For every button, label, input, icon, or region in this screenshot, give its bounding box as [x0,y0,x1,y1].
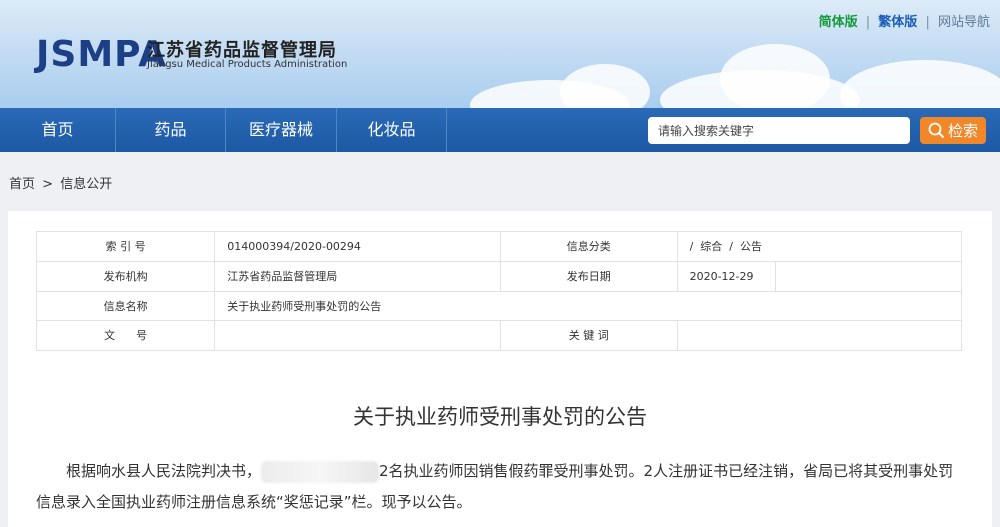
nav-item-devices[interactable]: 医疗器械 [226,108,337,152]
site-header: JSMPA 江苏省药品监督管理局 Jiangsu Medical Product… [0,0,1000,108]
keyword-label: 关 键 词 [499,320,678,351]
traditional-link[interactable]: 繁体版 [878,15,917,30]
name-label: 信息名称 [35,290,216,321]
search-input[interactable] [648,117,910,144]
nav-item-cosmetics[interactable]: 化妆品 [337,108,447,152]
content-panel: 索 引 号 014000394/2020-00294 信息分类 / 综合 / 公… [8,211,992,527]
index-value: 014000394/2020-00294 [214,231,501,262]
breadcrumb-current[interactable]: 信息公开 [60,177,112,192]
category-label: 信息分类 [499,231,678,262]
info-table: 索 引 号 014000394/2020-00294 信息分类 / 综合 / 公… [35,231,963,351]
table-row: 发布机构 江苏省药品监督管理局 发布日期 2020-12-29 [35,260,963,292]
publisher-label: 发布机构 [35,260,216,292]
publisher-value: 江苏省药品监督管理局 [214,260,501,292]
nav-item-drugs[interactable]: 药品 [116,108,226,152]
table-row: 文 号 关 键 词 [35,320,963,351]
org-name-en: Jiangsu Medical Products Administration [147,59,348,70]
header-cloud [720,44,830,108]
site-nav-link[interactable]: 网站导航 [938,15,990,30]
link-separator: | [925,15,930,30]
table-row: 信息名称 关于执业药师受刑事处罚的公告 [35,290,962,321]
keyword-value [676,320,963,351]
article-title: 关于执业药师受刑事处罚的公告 [353,405,647,429]
date-value-wrap: 2020-12-29 [678,261,961,291]
header-cloud [560,64,650,108]
nav-item-home[interactable]: 首页 [0,108,116,152]
category-value: / 综合 / 公告 [676,231,963,262]
header-cloud [840,60,1000,108]
search-button[interactable]: 检索 [920,117,986,144]
breadcrumb: 首页 > 信息公开 [9,173,115,192]
search-icon [928,122,945,139]
date-value-text: 2020-12-29 [678,261,776,291]
top-links: 简体版 | 繁体版 | 网站导航 [817,11,992,30]
redacted-text [261,460,380,483]
link-separator: | [865,15,871,30]
table-row: 索 引 号 014000394/2020-00294 信息分类 / 综合 / 公… [35,231,963,262]
date-label: 发布日期 [499,260,678,292]
breadcrumb-home[interactable]: 首页 [9,177,35,192]
article-body-part1: 根据响水县人民法院判决书， [66,462,262,480]
doc-label: 文 号 [35,320,216,351]
date-empty-cell [776,262,961,291]
date-value: 2020-12-29 [676,260,963,292]
doc-value [214,320,501,351]
search-button-label: 检索 [947,122,978,140]
category-value-text: / 综合 / 公告 [689,240,762,254]
name-value: 关于执业药师受刑事处罚的公告 [214,290,962,321]
breadcrumb-separator: > [42,177,54,192]
article-body: 根据响水县人民法院判决书， 2名执业药师因销售假药罪受刑事处罚。2人注册证书已经注… [36,456,966,518]
index-label: 索 引 号 [35,231,216,262]
simplified-link[interactable]: 简体版 [819,15,858,30]
